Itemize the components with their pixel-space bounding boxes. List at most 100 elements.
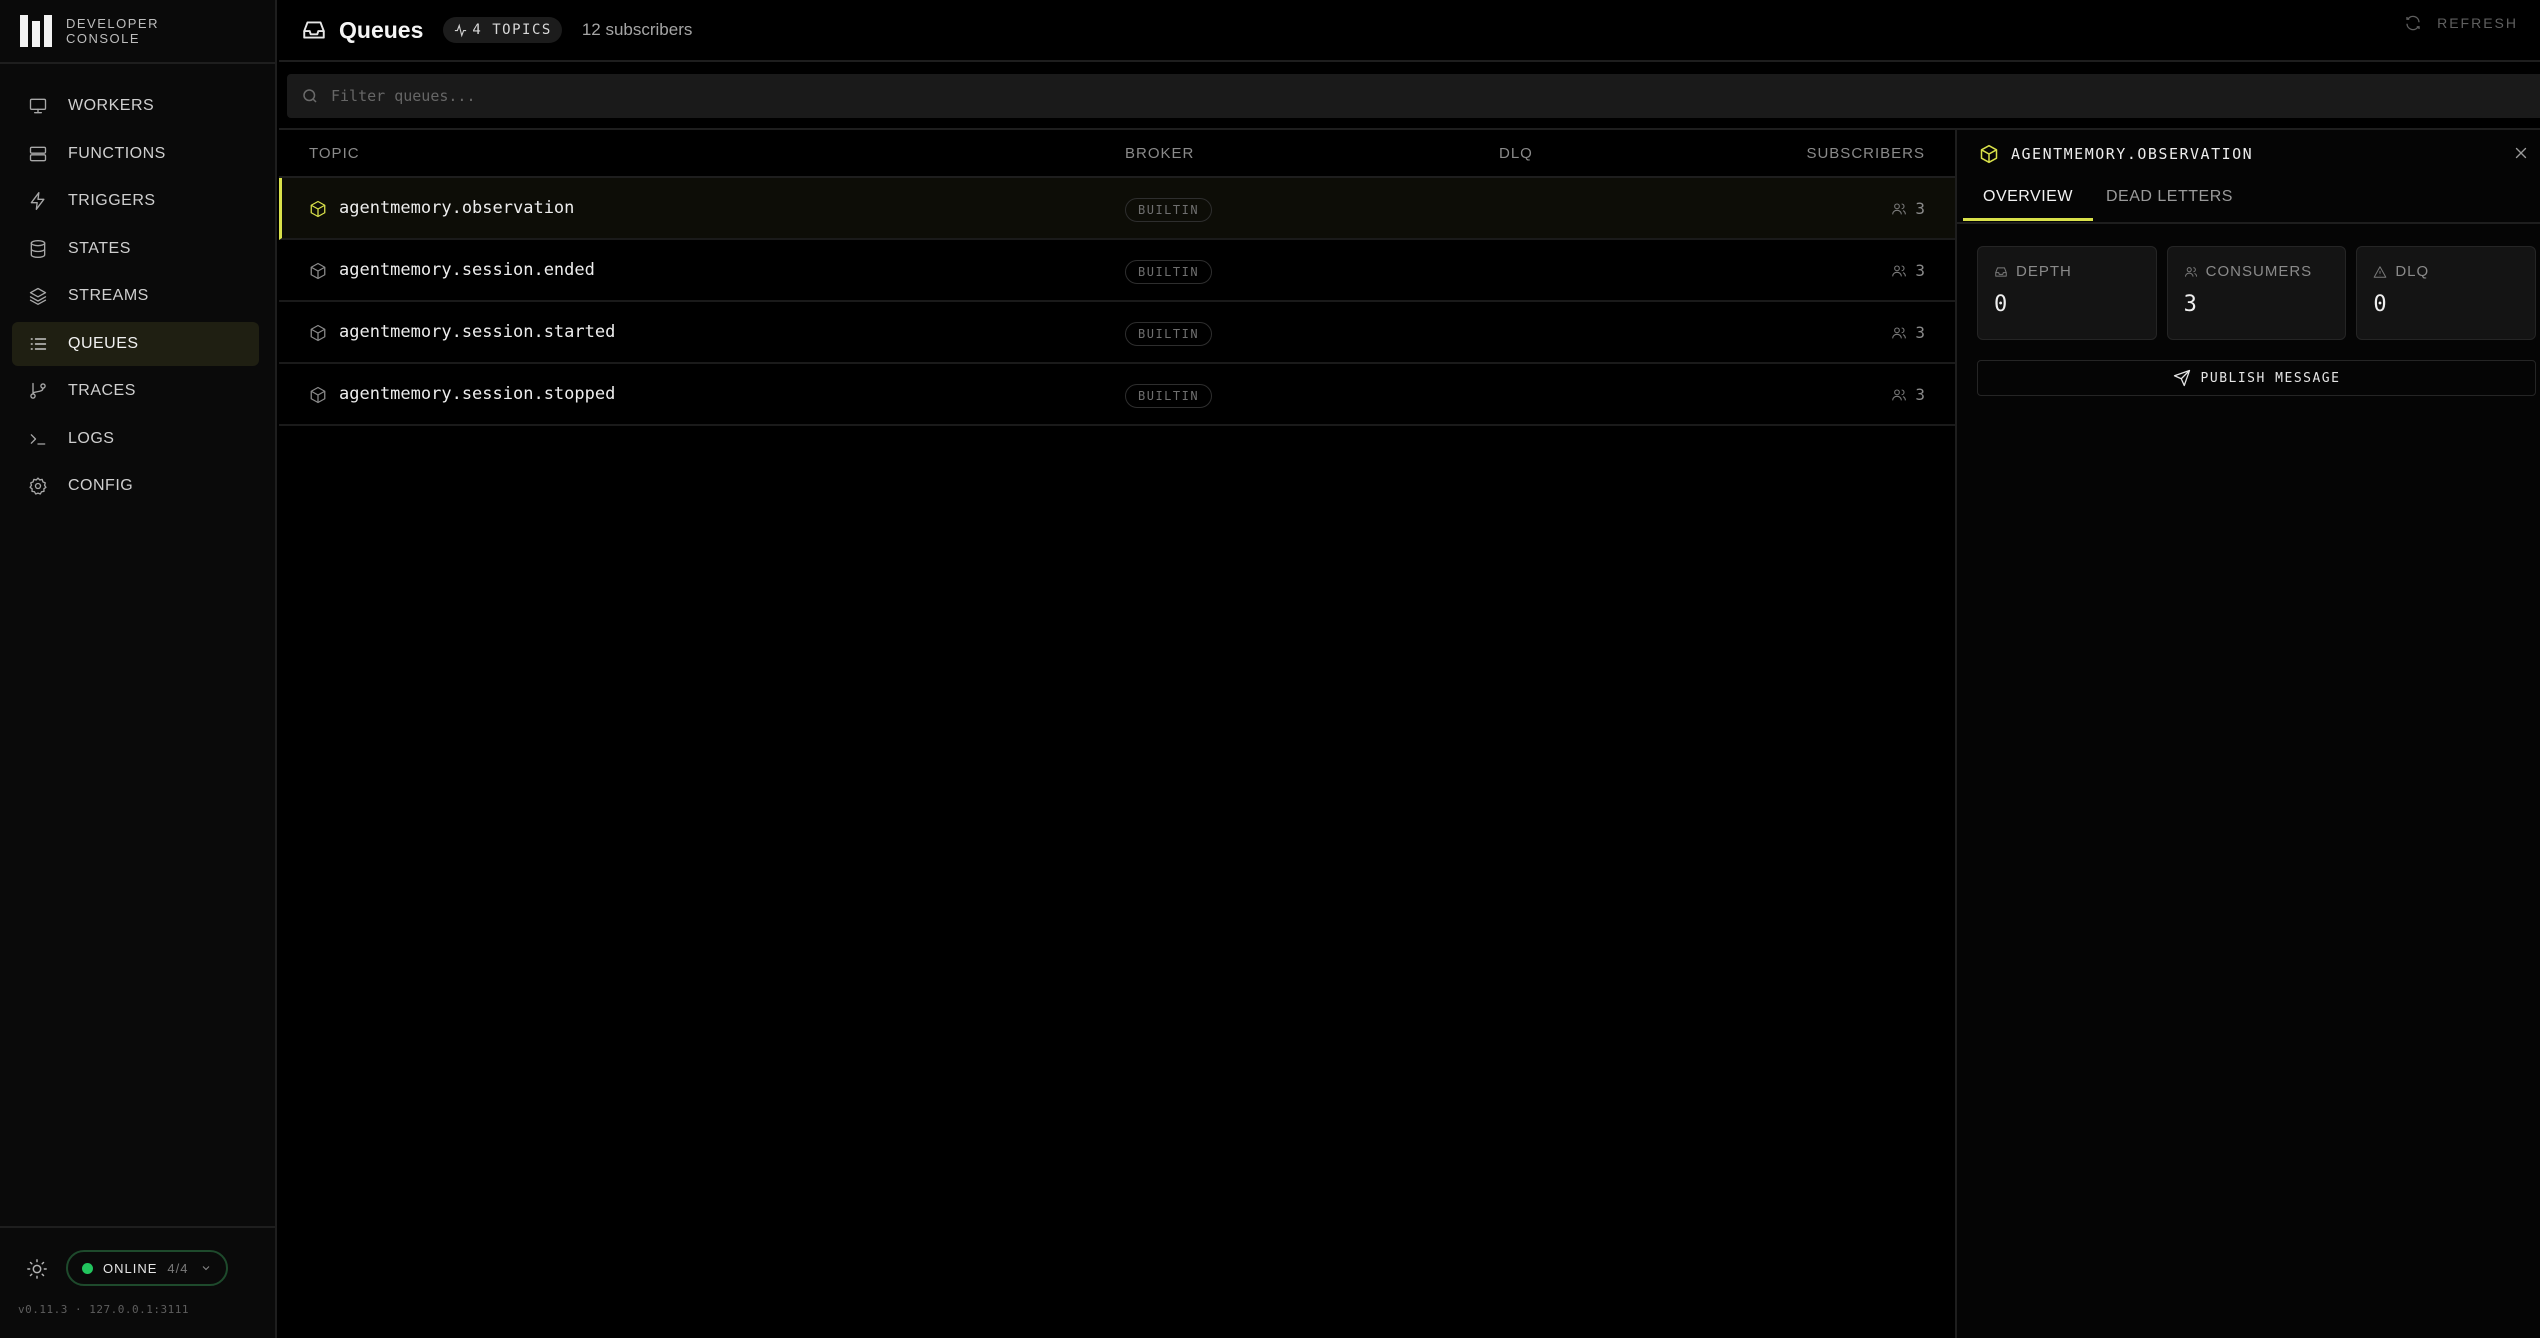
layers-icon bbox=[29, 287, 47, 305]
monitor-icon bbox=[29, 98, 47, 114]
git-branch-icon bbox=[30, 382, 46, 399]
refresh-button[interactable]: REFRESH bbox=[2404, 14, 2518, 32]
page-header: Queues 4 TOPICS 12 subscribers REFRESH bbox=[279, 0, 2540, 62]
alert-triangle-icon bbox=[2374, 265, 2387, 278]
zap-icon bbox=[30, 192, 45, 210]
sidebar-item-states[interactable]: STATES bbox=[12, 227, 259, 271]
stat-card-depth: DEPTH 0 bbox=[1977, 246, 2157, 340]
detail-title: AGENTMEMORY.OBSERVATION bbox=[2011, 145, 2254, 163]
subscriber-count: 12 subscribers bbox=[581, 20, 693, 39]
topic-name: agentmemory.session.stopped bbox=[339, 384, 616, 404]
inbox-icon bbox=[1995, 266, 2007, 277]
topic-name: agentmemory.session.started bbox=[339, 322, 616, 342]
close-button[interactable] bbox=[2512, 144, 2530, 162]
table-row[interactable]: agentmemory.session.started BUILTIN 3 bbox=[279, 302, 1955, 364]
server-icon bbox=[29, 146, 47, 161]
sidebar-item-traces[interactable]: TRACES bbox=[12, 369, 259, 413]
broker-badge: BUILTIN bbox=[1125, 198, 1213, 222]
column-header-broker[interactable]: BROKER bbox=[1125, 145, 1194, 162]
stat-value: 0 bbox=[2373, 292, 2387, 317]
status-label: ONLINE bbox=[103, 1260, 158, 1276]
subscriber-cell: 3 bbox=[1891, 323, 1925, 342]
subscriber-count-value: 3 bbox=[1915, 199, 1925, 218]
gear-icon bbox=[29, 477, 47, 495]
table-header: TOPIC BROKER DLQ SUBSCRIBERS bbox=[279, 128, 1955, 178]
sidebar-nav: WORKERS FUNCTIONS TRIGGERS STATES STREAM… bbox=[0, 64, 275, 508]
sidebar-item-config[interactable]: CONFIG bbox=[12, 464, 259, 508]
users-icon bbox=[1892, 388, 1907, 400]
package-icon bbox=[309, 324, 327, 342]
search-icon bbox=[303, 89, 317, 103]
publish-message-button[interactable]: PUBLISH MESSAGE bbox=[1977, 360, 2536, 396]
subscriber-count-value: 3 bbox=[1915, 385, 1925, 404]
connection-status-dropdown[interactable]: ONLINE 4/4 bbox=[66, 1250, 229, 1286]
users-icon bbox=[1892, 264, 1907, 276]
refresh-label: REFRESH bbox=[2437, 15, 2518, 31]
column-header-topic[interactable]: TOPIC bbox=[309, 145, 360, 162]
sidebar-item-label: TRACES bbox=[68, 382, 136, 399]
close-icon bbox=[2515, 147, 2527, 159]
sidebar-item-label: WORKERS bbox=[68, 97, 155, 114]
sidebar-item-logs[interactable]: LOGS bbox=[12, 417, 259, 461]
stat-card-consumers: CONSUMERS 3 bbox=[2166, 246, 2347, 340]
users-icon bbox=[1892, 326, 1907, 338]
filter-queues-input[interactable] bbox=[331, 87, 931, 105]
sidebar-item-label: TRIGGERS bbox=[68, 192, 156, 209]
topic-name: agentmemory.session.ended bbox=[339, 260, 595, 280]
tab-overview[interactable]: OVERVIEW bbox=[1963, 188, 2093, 221]
package-icon bbox=[309, 386, 327, 404]
sidebar-item-triggers[interactable]: TRIGGERS bbox=[12, 179, 259, 223]
brand[interactable]: DEVELOPER CONSOLE bbox=[0, 0, 275, 64]
publish-message-label: PUBLISH MESSAGE bbox=[2200, 370, 2341, 386]
stat-value: 0 bbox=[1994, 292, 2008, 317]
subscriber-cell: 3 bbox=[1891, 199, 1925, 218]
stat-card-dlq: DLQ 0 bbox=[2356, 246, 2537, 340]
table-row[interactable]: agentmemory.session.ended BUILTIN 3 bbox=[279, 240, 1955, 302]
sidebar-footer: ONLINE 4/4 v0.11.3 · 127.0.0.1:3111 bbox=[0, 1226, 275, 1338]
sidebar-item-label: STATES bbox=[68, 239, 131, 257]
table-row[interactable]: agentmemory.session.stopped BUILTIN 3 bbox=[279, 364, 1955, 426]
status-count: 4/4 bbox=[167, 1260, 189, 1276]
sidebar-item-functions[interactable]: FUNCTIONS bbox=[12, 132, 259, 176]
sidebar: DEVELOPER CONSOLE WORKERS FUNCTIONS TRIG… bbox=[0, 0, 277, 1338]
topic-name: agentmemory.observation bbox=[339, 198, 575, 218]
detail-header: AGENTMEMORY.OBSERVATION bbox=[1957, 128, 2540, 178]
tab-dead-letters[interactable]: DEAD LETTERS bbox=[2106, 188, 2233, 218]
users-icon bbox=[1892, 202, 1907, 214]
database-icon bbox=[30, 239, 46, 258]
package-icon bbox=[309, 262, 327, 280]
status-dot-icon bbox=[82, 1262, 93, 1274]
column-header-subscribers[interactable]: SUBSCRIBERS bbox=[1806, 145, 1925, 162]
brand-logo-icon bbox=[20, 15, 52, 47]
stat-label: DLQ bbox=[2395, 263, 2430, 280]
activity-icon bbox=[455, 23, 467, 37]
sidebar-item-queues[interactable]: QUEUES bbox=[12, 321, 259, 366]
refresh-icon bbox=[2406, 15, 2420, 31]
detail-tabs: OVERVIEW DEAD LETTERS bbox=[1957, 178, 2540, 224]
chevron-down-icon bbox=[203, 1266, 210, 1271]
table-row[interactable]: agentmemory.observation BUILTIN 3 bbox=[279, 178, 1955, 240]
terminal-icon bbox=[30, 433, 46, 445]
package-icon bbox=[1979, 144, 2011, 164]
sidebar-item-label: STREAMS bbox=[68, 287, 149, 304]
theme-toggle-button[interactable] bbox=[26, 1258, 48, 1280]
brand-text: DEVELOPER CONSOLE bbox=[66, 16, 159, 46]
stat-value: 3 bbox=[2183, 292, 2197, 317]
broker-badge: BUILTIN bbox=[1125, 384, 1213, 408]
subscriber-count-value: 3 bbox=[1915, 323, 1925, 342]
sidebar-item-streams[interactable]: STREAMS bbox=[12, 274, 259, 318]
inbox-icon bbox=[301, 17, 327, 43]
sidebar-item-workers[interactable]: WORKERS bbox=[12, 84, 259, 128]
subscriber-cell: 3 bbox=[1891, 385, 1925, 404]
sidebar-item-label: LOGS bbox=[68, 429, 115, 447]
list-icon bbox=[30, 337, 47, 350]
broker-badge: BUILTIN bbox=[1125, 322, 1213, 346]
stats-row: DEPTH 0 CONSUMERS 3 DLQ 0 bbox=[1977, 246, 2537, 340]
topics-count-label: 4 TOPICS bbox=[472, 22, 552, 38]
broker-badge: BUILTIN bbox=[1125, 260, 1213, 284]
subscriber-cell: 3 bbox=[1891, 261, 1925, 280]
column-header-dlq[interactable]: DLQ bbox=[1499, 145, 1533, 162]
stat-label: CONSUMERS bbox=[2205, 263, 2313, 280]
sidebar-item-label: FUNCTIONS bbox=[68, 144, 166, 162]
version-text: v0.11.3 · 127.0.0.1:3111 bbox=[18, 1303, 189, 1316]
